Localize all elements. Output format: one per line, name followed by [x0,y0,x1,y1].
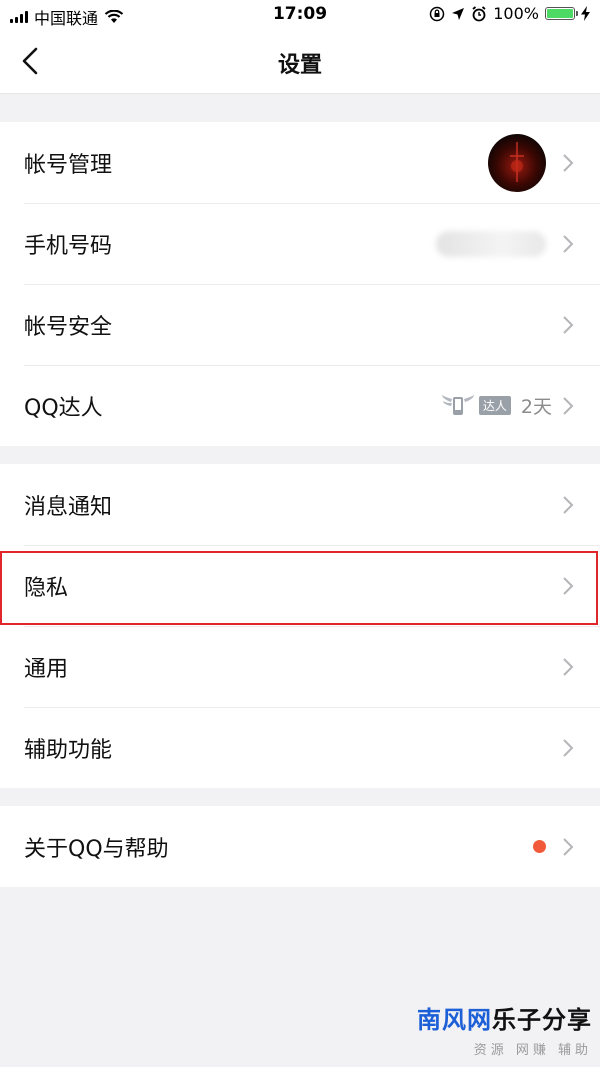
status-right: 100% [429,4,590,23]
settings-group-about: 关于QQ与帮助 [0,806,600,887]
watermark-title: 南风网乐子分享 [417,1000,592,1035]
row-accessory [562,707,574,788]
row-accessory [562,464,574,545]
page-title: 设置 [277,53,322,78]
row-label: 隐私 [24,575,69,601]
row-label: 手机号码 [24,233,113,259]
battery-icon [545,7,578,20]
row-accessory [488,122,574,203]
row-label: 帐号安全 [24,314,113,340]
row-accessory [436,203,574,284]
chevron-right-icon [563,396,574,415]
watermark-brand-blue: 南风网 [417,1006,492,1034]
watermark: 南风网乐子分享 资源 网赚 辅助 [417,1000,592,1058]
chevron-right-icon [563,495,574,514]
settings-row-privacy[interactable]: 隐私 [0,545,600,626]
chevron-right-icon [563,837,574,856]
watermark-subtitle: 资源 网赚 辅助 [473,1043,592,1058]
battery-percent: 100% [493,4,539,23]
chevron-right-icon [563,657,574,676]
settings-row-about-help[interactable]: 关于QQ与帮助 [0,806,600,887]
settings-row-notifications[interactable]: 消息通知 [0,464,600,545]
status-bar: 中国联通 17:09 100% [0,0,600,30]
settings-row-account-security[interactable]: 帐号安全 [0,284,600,365]
row-label: 消息通知 [24,494,113,520]
settings-row-general[interactable]: 通用 [0,626,600,707]
chevron-right-icon [563,315,574,334]
notification-dot [533,840,546,853]
blurred-phone-value [436,230,546,257]
daren-badge: 达人 [441,394,511,418]
rotation-lock-icon [430,6,445,21]
settings-row-account-management[interactable]: 帐号管理 [0,122,600,203]
charging-icon [581,6,590,21]
row-label: 关于QQ与帮助 [24,836,169,862]
settings-group-general: 消息通知 隐私 通用 辅助功能 [0,464,600,788]
settings-group-account: 帐号管理 手机号码 帐号安全 QQ达人 达人 2天 [0,122,600,446]
watermark-brand-black: 乐子分享 [492,1006,592,1034]
avatar [488,133,546,192]
row-label: 辅助功能 [24,737,113,763]
row-label: 帐号管理 [24,152,113,178]
daren-tag: 达人 [478,396,511,415]
chevron-right-icon [563,153,574,172]
row-accessory [562,626,574,707]
chevron-right-icon [563,234,574,253]
alarm-icon [472,5,486,21]
chevron-right-icon [563,738,574,757]
settings-row-phone-number[interactable]: 手机号码 [0,203,600,284]
chevron-right-icon [563,576,574,595]
row-accessory [533,806,574,887]
location-icon [452,7,465,20]
row-accessory [562,284,574,365]
settings-row-qq-daren[interactable]: QQ达人 达人 2天 [0,365,600,446]
row-accessory: 达人 2天 [441,365,574,446]
nav-bar: 设置 [0,30,600,94]
row-accessory [562,545,574,626]
settings-row-accessibility[interactable]: 辅助功能 [0,707,600,788]
daren-days: 2天 [520,396,552,418]
row-label: QQ达人 [24,395,103,421]
row-label: 通用 [24,656,69,682]
winged-phone-icon [441,394,474,415]
